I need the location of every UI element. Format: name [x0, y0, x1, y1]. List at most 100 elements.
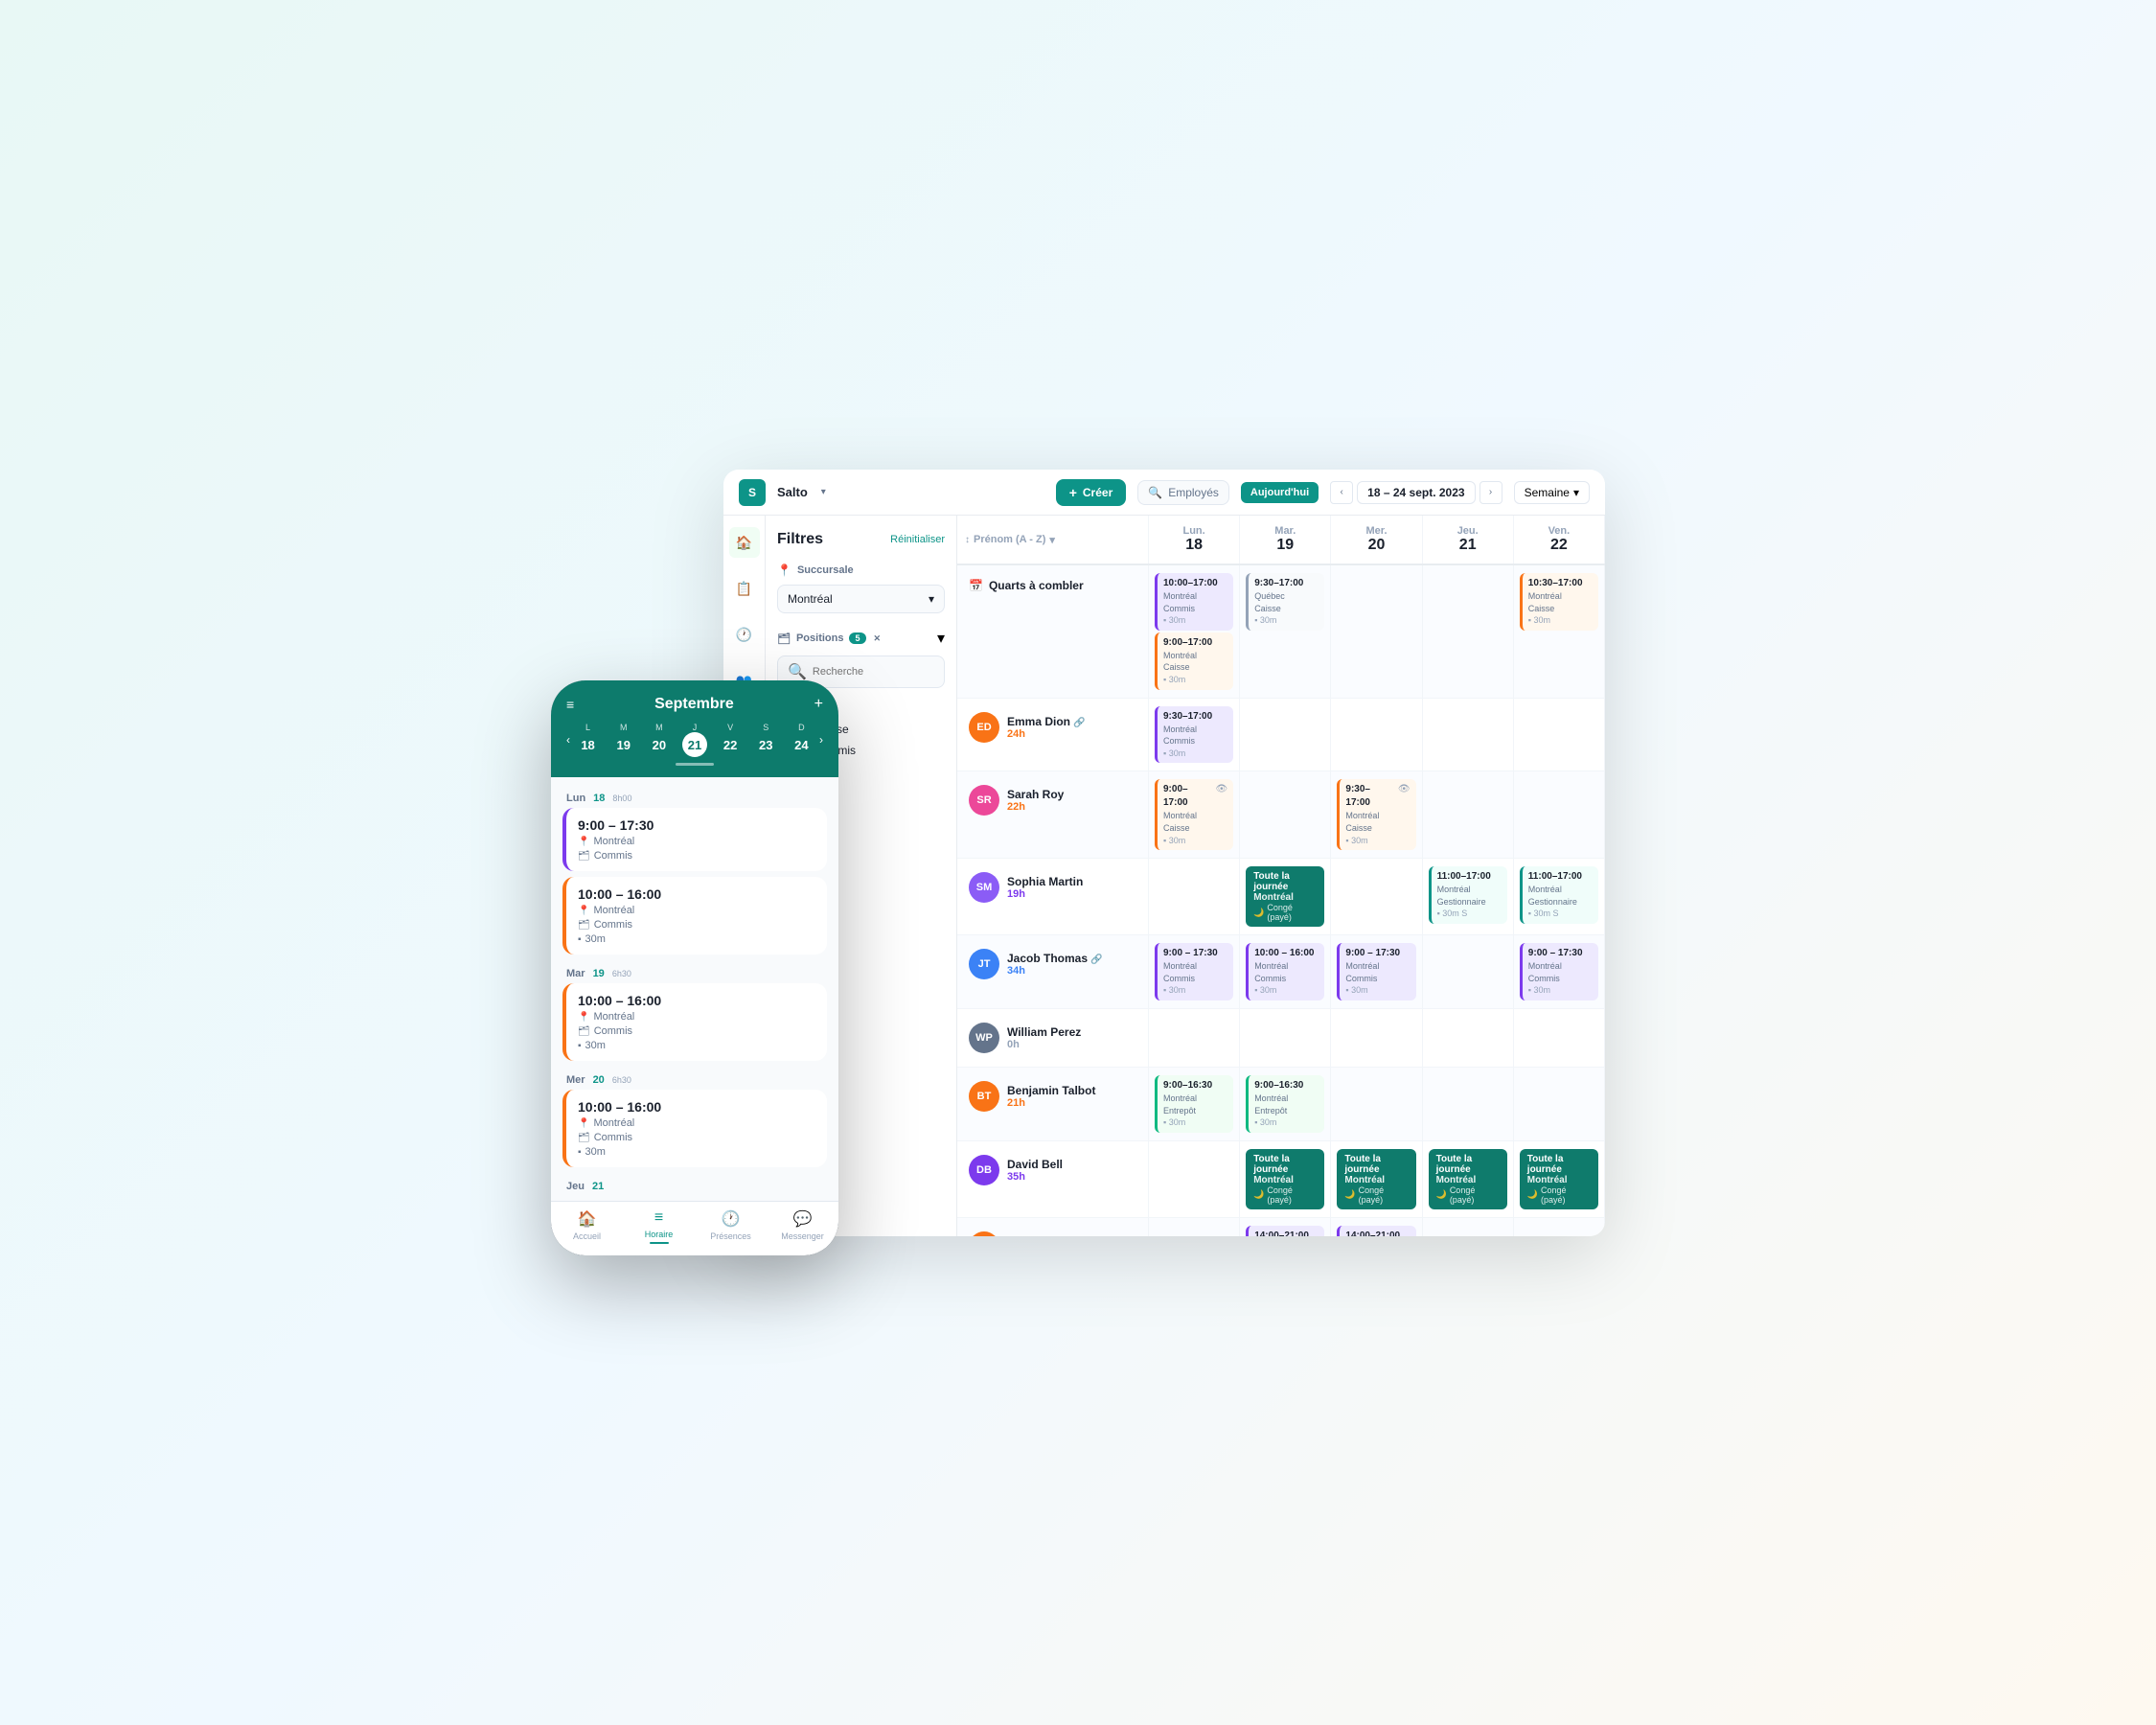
mobile-shift-lun18-2[interactable]: 10:00 – 16:00 📍 Montréal 🗂 Commis ▪ 30m [562, 877, 827, 954]
jacob-shift-ven[interactable]: 9:00 – 17:30 Montréal Commis ▪ 30m [1520, 943, 1598, 1000]
day-lun: Lun. [1157, 525, 1231, 537]
aujourdhui-button[interactable]: Aujourd'hui [1241, 482, 1319, 503]
benjamin2-shift-mer[interactable]: 14:00–21:00 Montréal Commis ▪ 30m [1337, 1226, 1415, 1236]
mobile-day-S[interactable]: S 23 [753, 723, 778, 757]
benjamin1-info: BT Benjamin Talbot 21h [957, 1068, 1149, 1140]
sarah-shift-lun[interactable]: 9:00–17:00 Montréal Caisse ▪ 30m 👁 [1155, 779, 1233, 850]
mobile-indicator-bar [566, 763, 823, 766]
mobile-day-18-num: 18 [593, 793, 605, 804]
mobile-shift-mar19[interactable]: 10:00 – 16:00 📍 Montréal 🗂 Commis ▪ 30m [562, 983, 827, 1061]
benjamin2-shift-mar[interactable]: 14:00–21:00 Montréal Commis ▪ 30m [1246, 1226, 1324, 1236]
mobile-day-mar19: Mar 19 6h30 10:00 – 16:00 📍 Montréal 🗂 C… [562, 960, 827, 1061]
day-ven: Ven. [1522, 525, 1596, 537]
david-conge-ven[interactable]: Toute la journée Montréal 🌙 Congé (payé) [1520, 1149, 1598, 1209]
sophia-mar: Toute la journée Montréal 🌙 Congé (payé) [1240, 859, 1331, 934]
sophia-shift-ven[interactable]: 11:00–17:00 Montréal Gestionnaire ▪ 30m … [1520, 866, 1598, 924]
mobile-footer-horaire[interactable]: ≡ Horaire [623, 1209, 695, 1244]
jacob-shift-lun[interactable]: 9:00 – 17:30 Montréal Commis ▪ 30m [1155, 943, 1233, 1000]
mobile-day-header-jeu21: Jeu 21 [562, 1173, 827, 1196]
quarts-icon: 📅 [969, 579, 983, 592]
next-arrow[interactable]: › [1479, 481, 1502, 504]
quarts-shift-1[interactable]: 10:00–17:00 Montréal Commis ▪ 30m [1155, 573, 1233, 631]
sophia-ven: 11:00–17:00 Montréal Gestionnaire ▪ 30m … [1514, 859, 1605, 934]
mobile-messenger-label: Messenger [781, 1231, 824, 1241]
creer-button[interactable]: Créer [1056, 479, 1127, 506]
jacob-shift-mer[interactable]: 9:00 – 17:30 Montréal Commis ▪ 30m [1337, 943, 1415, 1000]
david-conge-mer[interactable]: Toute la journée Montréal 🌙 Congé (payé) [1337, 1149, 1415, 1209]
benjamin2-mer: 14:00–21:00 Montréal Commis ▪ 30m [1331, 1218, 1422, 1236]
mobile-day-18-hours: 8h00 [612, 794, 631, 803]
sidebar-icon-home[interactable]: 🏠 [729, 527, 760, 558]
sarah-eye-icon[interactable]: 👁 [1215, 783, 1227, 796]
num-21: 21 [1431, 537, 1505, 554]
benjamin1-shift-lun[interactable]: 9:00–16:30 Montréal Entrepôt ▪ 30m [1155, 1075, 1233, 1133]
sidebar-icon-clock[interactable]: 🕐 [729, 619, 760, 650]
quarts-shift-ven[interactable]: 10:30–17:00 Montréal Caisse ▪ 30m [1520, 573, 1598, 631]
mobile-presences-icon: 🕐 [722, 1209, 741, 1229]
david-conge-jeu[interactable]: Toute la journée Montréal 🌙 Congé (payé) [1429, 1149, 1507, 1209]
david-conge-mar[interactable]: Toute la journée Montréal 🌙 Congé (payé) [1246, 1149, 1324, 1209]
mobile-day-header-mar19: Mar 19 6h30 [562, 960, 827, 983]
william-lun [1149, 1009, 1240, 1067]
succursale-dropdown[interactable]: Montréal ▾ [777, 585, 945, 613]
benjamin2-jeu [1423, 1218, 1514, 1236]
emma-mer [1331, 699, 1422, 771]
mobile-day-D[interactable]: D 24 [789, 723, 814, 757]
mobile-next-arrow[interactable]: › [819, 733, 823, 747]
sarah-eye-mer-icon[interactable]: 👁 [1398, 783, 1411, 796]
mobile-day-header-lun18: Lun 18 8h00 [562, 785, 827, 808]
mobile-accueil-label: Accueil [573, 1231, 601, 1241]
sophia-conge-mar[interactable]: Toute la journée Montréal 🌙 Congé (payé) [1246, 866, 1324, 927]
sarah-info: SR Sarah Roy 22h [957, 771, 1149, 858]
sort-cell[interactable]: ↕ Prénom (A - Z) ▾ [957, 516, 1149, 564]
app-chevron-icon[interactable]: ▾ [821, 487, 826, 497]
mobile-footer-messenger[interactable]: 💬 Messenger [767, 1209, 838, 1244]
row-sarah: SR Sarah Roy 22h 9:00–17:00 Montréal [957, 771, 1605, 859]
mobile-phone: ≡ Septembre + ‹ L 18 M 19 [551, 680, 838, 1255]
benjamin2-avatar: BT [969, 1231, 999, 1236]
william-info: WP William Perez 0h [957, 1009, 1149, 1067]
mobile-day-M1[interactable]: M 19 [611, 723, 636, 757]
benjamin1-hours: 21h [1007, 1097, 1095, 1109]
mobile-day-J[interactable]: J 21 [682, 723, 707, 757]
mobile-add-icon[interactable]: + [814, 696, 823, 713]
reinit-button[interactable]: Réinitialiser [890, 534, 945, 545]
mobile-shift-lun18-1[interactable]: 9:00 – 17:30 📍 Montréal 🗂 Commis [562, 808, 827, 871]
mobile-menu-icon[interactable]: ≡ [566, 697, 574, 712]
top-bar: S Salto ▾ Créer 🔍 Employés Aujourd'hui ‹… [723, 470, 1605, 516]
benjamin2-info: BT Benjamin Talbot 20h [957, 1218, 1149, 1236]
positions-clear-icon[interactable]: ✕ [874, 633, 882, 644]
quarts-label-cell: 📅 Quarts à combler [957, 565, 1149, 698]
mobile-day-L[interactable]: L 18 [576, 723, 601, 757]
sarah-mar [1240, 771, 1331, 858]
william-avatar: WP [969, 1023, 999, 1053]
mobile-footer-accueil[interactable]: 🏠 Accueil [551, 1209, 623, 1244]
mobile-day-V[interactable]: V 22 [718, 723, 743, 757]
mobile-accueil-icon: 🏠 [578, 1209, 597, 1229]
mobile-shift-mer20[interactable]: 10:00 – 16:00 📍 Montréal 🗂 Commis ▪ 30m [562, 1090, 827, 1167]
sarah-shift-mer[interactable]: 9:30–17:00 Montréal Caisse ▪ 30m 👁 [1337, 779, 1415, 850]
jacob-shift-mar[interactable]: 10:00 – 16:00 Montréal Commis ▪ 30m [1246, 943, 1324, 1000]
search-small-icon: 🔍 [788, 662, 807, 681]
sophia-hours: 19h [1007, 888, 1083, 900]
sarah-jeu [1423, 771, 1514, 858]
employes-search[interactable]: 🔍 Employés [1137, 480, 1229, 505]
location-pin-icon: 📍 [578, 837, 589, 847]
david-lun [1149, 1141, 1240, 1217]
sidebar-icon-calendar[interactable]: 📋 [729, 573, 760, 604]
semaine-button[interactable]: Semaine ▾ [1514, 481, 1590, 504]
quarts-shift-qc[interactable]: 9:30–17:00 Québec Caisse ▪ 30m [1246, 573, 1324, 631]
positions-search-input[interactable] [813, 666, 934, 678]
mobile-day-jeu21: Jeu 21 Aucun quart [562, 1173, 827, 1201]
emma-shift-lun[interactable]: 9:30–17:00 Montréal Commis ▪ 30m [1155, 706, 1233, 764]
positions-collapse-icon[interactable]: ▾ [937, 629, 945, 648]
sarah-avatar: SR [969, 785, 999, 816]
mobile-day-M2[interactable]: M 20 [647, 723, 672, 757]
mobile-footer-presences[interactable]: 🕐 Présences [695, 1209, 767, 1244]
quarts-shift-2[interactable]: 9:00–17:00 Montréal Caisse ▪ 30m [1155, 632, 1233, 690]
sophia-shift-jeu[interactable]: 11:00–17:00 Montréal Gestionnaire ▪ 30m … [1429, 866, 1507, 924]
prev-arrow[interactable]: ‹ [1330, 481, 1353, 504]
benjamin1-shift-mar[interactable]: 9:00–16:30 Montréal Entrepôt ▪ 30m [1246, 1075, 1324, 1133]
mobile-day-lun18: Lun 18 8h00 9:00 – 17:30 📍 Montréal 🗂 Co… [562, 785, 827, 954]
mobile-day-header-mer20: Mer 20 6h30 [562, 1067, 827, 1090]
